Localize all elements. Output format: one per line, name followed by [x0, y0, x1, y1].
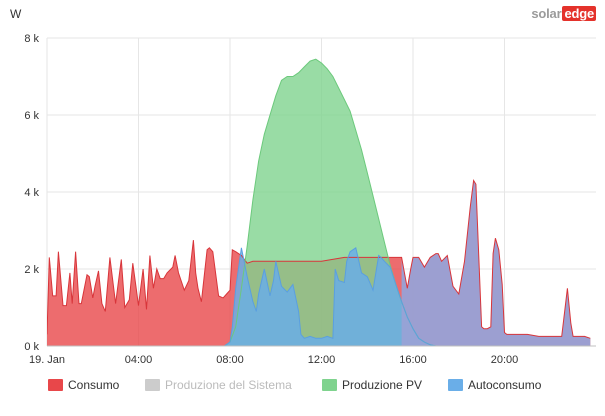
legend-item-produzione-sistema[interactable]: Produzione del Sistema	[145, 378, 292, 392]
legend-label-consumo: Consumo	[68, 378, 120, 392]
solaredge-logo: solar edge	[531, 6, 596, 21]
legend-swatch-produzione-sistema	[145, 379, 160, 391]
logo-text-solar: solar	[531, 6, 562, 21]
y-tick-label: 0 k	[24, 341, 39, 353]
chart-legend: Consumo Produzione del Sistema Produzion…	[0, 378, 605, 400]
y-unit-label: W	[10, 7, 22, 21]
legend-swatch-consumo	[48, 379, 63, 391]
legend-label-produzione-pv: Produzione PV	[342, 378, 423, 392]
energy-chart: 0 k 2 k 4 k 6 k 8 k 19. Jan 04:00 08:00 12:00 16:…	[10, 7, 596, 366]
legend-item-produzione-pv[interactable]: Produzione PV	[322, 378, 422, 392]
x-tick-label: 16:00	[399, 354, 427, 366]
y-tick-label: 4 k	[24, 187, 39, 199]
series-area-consumo-evening	[401, 180, 591, 346]
y-tick-label: 6 k	[24, 110, 39, 122]
legend-swatch-autoconsumo	[448, 379, 463, 391]
legend-item-consumo[interactable]: Consumo	[48, 378, 119, 392]
legend-item-autoconsumo[interactable]: Autoconsumo	[448, 378, 541, 392]
x-tick-label: 08:00	[216, 354, 244, 366]
y-tick-label: 2 k	[24, 264, 39, 276]
y-tick-label: 8 k	[24, 33, 39, 45]
legend-label-produzione-sistema: Produzione del Sistema	[165, 378, 292, 392]
x-tick-label: 04:00	[125, 354, 153, 366]
x-tick-label: 20:00	[491, 354, 519, 366]
series-areas	[47, 58, 591, 346]
x-tick-label: 19. Jan	[29, 354, 65, 366]
legend-label-autoconsumo: Autoconsumo	[468, 378, 542, 392]
x-tick-label: 12:00	[308, 354, 336, 366]
legend-swatch-produzione-pv	[322, 379, 337, 391]
logo-text-edge: edge	[562, 6, 596, 21]
